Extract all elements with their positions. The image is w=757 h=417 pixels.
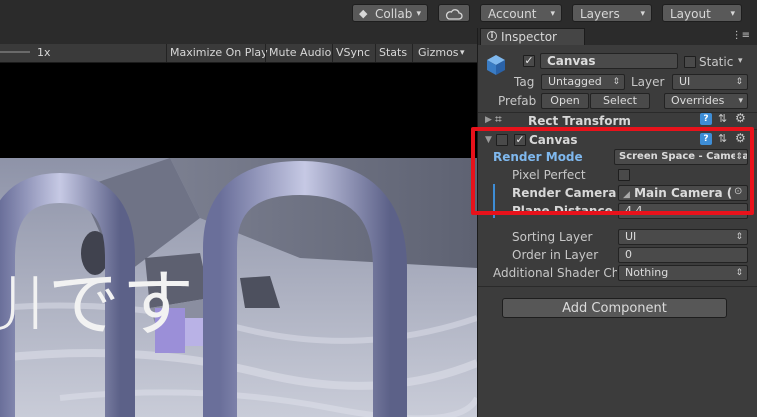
chevron-down-icon: ▾ bbox=[550, 9, 555, 19]
collab-button[interactable]: ◆ Collab ▾ bbox=[352, 4, 428, 22]
divider bbox=[265, 44, 266, 62]
tab-inspector-label: Inspector bbox=[501, 30, 557, 44]
add-component-button[interactable]: Add Component bbox=[502, 298, 727, 318]
additional-shader-value: Nothing bbox=[625, 266, 669, 279]
cloud-button[interactable] bbox=[438, 4, 470, 22]
prefab-open-label: Open bbox=[550, 94, 580, 107]
chevron-down-icon[interactable]: ▾ bbox=[738, 56, 743, 66]
collab-label: Collab bbox=[375, 7, 413, 21]
divider bbox=[166, 44, 167, 62]
chevron-updown-icon: ⇕ bbox=[735, 268, 743, 278]
stats-toggle[interactable]: Stats bbox=[379, 46, 407, 60]
maximize-on-play-toggle[interactable]: Maximize On Play bbox=[170, 46, 268, 60]
divider bbox=[332, 44, 333, 62]
layout-label: Layout bbox=[670, 7, 711, 21]
additional-shader-label: Additional Shader Ch bbox=[493, 266, 617, 280]
prefab-overrides-dropdown[interactable]: Overrides ▾ bbox=[664, 93, 748, 109]
divider bbox=[478, 112, 757, 113]
layout-dropdown[interactable]: Layout ▾ bbox=[662, 4, 742, 22]
chevron-updown-icon: ⇕ bbox=[735, 77, 743, 87]
preset-icon[interactable]: ⇅ bbox=[718, 112, 727, 125]
static-checkbox[interactable] bbox=[684, 56, 696, 68]
static-label: Static bbox=[699, 55, 734, 69]
cloud-icon bbox=[445, 9, 463, 20]
chevron-down-icon: ▾ bbox=[460, 48, 465, 58]
sorting-layer-value: UI bbox=[625, 230, 637, 243]
mute-audio-toggle[interactable]: Mute Audio bbox=[269, 46, 331, 60]
active-checkbox[interactable]: ✓ bbox=[523, 55, 535, 67]
sorting-layer-dropdown[interactable]: UI ⇕ bbox=[618, 229, 748, 245]
layers-dropdown[interactable]: Layers ▾ bbox=[572, 4, 652, 22]
rect-transform-header[interactable]: Rect Transform bbox=[528, 114, 631, 128]
object-name-field[interactable]: Canvas bbox=[540, 53, 678, 69]
prefab-open-button[interactable]: Open bbox=[541, 93, 589, 109]
gameobject-cube-icon bbox=[487, 55, 505, 75]
tag-dropdown[interactable]: Untagged ⇕ bbox=[541, 74, 625, 90]
ui-overlay-text: UIです bbox=[0, 262, 196, 346]
collab-icon: ◆ bbox=[359, 7, 368, 20]
game-view-toolbar: 1x Maximize On Play Mute Audio VSync Sta… bbox=[0, 44, 477, 63]
divider bbox=[412, 44, 413, 62]
account-label: Account bbox=[488, 7, 537, 21]
help-icon[interactable]: ? bbox=[700, 113, 712, 125]
additional-shader-dropdown[interactable]: Nothing ⇕ bbox=[618, 265, 748, 281]
scale-slider[interactable] bbox=[0, 51, 30, 53]
chevron-down-icon: ▾ bbox=[738, 96, 743, 106]
chevron-down-icon: ▾ bbox=[416, 9, 421, 19]
gizmos-dropdown[interactable]: Gizmos bbox=[418, 46, 459, 60]
prefab-label: Prefab bbox=[498, 94, 537, 108]
sorting-layer-label: Sorting Layer bbox=[512, 230, 593, 244]
game-tab-strip bbox=[0, 28, 477, 44]
rect-transform-icon: ⌗ bbox=[495, 112, 502, 126]
inspector-panel: i Inspector ⋮≡ ✓ Canvas Static ▾ Tag Unt… bbox=[477, 28, 757, 417]
divider bbox=[478, 286, 757, 287]
top-toolbar: ◆ Collab ▾ Account ▾ Layers ▾ Layout ▾ bbox=[0, 0, 757, 29]
chevron-updown-icon: ⇕ bbox=[612, 77, 620, 87]
prefab-overrides-label: Overrides bbox=[671, 94, 725, 107]
account-dropdown[interactable]: Account ▾ bbox=[480, 4, 562, 22]
more-options-icon[interactable]: ⋮≡ bbox=[732, 30, 750, 41]
order-in-layer-value: 0 bbox=[625, 248, 632, 261]
chevron-down-icon: ▾ bbox=[640, 9, 645, 19]
order-in-layer-label: Order in Layer bbox=[512, 248, 599, 262]
chevron-updown-icon: ⇕ bbox=[735, 232, 743, 242]
tag-value: Untagged bbox=[548, 75, 602, 88]
prefab-select-button[interactable]: Select bbox=[590, 93, 650, 109]
layer-label: Layer bbox=[631, 75, 665, 89]
object-name-value: Canvas bbox=[547, 54, 596, 68]
tab-inspector[interactable]: i Inspector bbox=[480, 28, 585, 45]
order-in-layer-field[interactable]: 0 bbox=[618, 247, 748, 263]
gear-icon[interactable]: ⚙ bbox=[735, 111, 746, 125]
game-view[interactable]: 1x Maximize On Play Mute Audio VSync Sta… bbox=[0, 28, 477, 417]
chevron-down-icon: ▾ bbox=[730, 9, 735, 19]
vsync-toggle[interactable]: VSync bbox=[336, 46, 370, 60]
scale-readout: 1x bbox=[37, 46, 51, 59]
divider bbox=[375, 44, 376, 62]
layer-value: UI bbox=[679, 75, 691, 88]
tag-label: Tag bbox=[514, 75, 535, 89]
layers-label: Layers bbox=[580, 7, 620, 21]
prefab-select-label: Select bbox=[603, 94, 637, 107]
expand-arrow-icon[interactable]: ▶ bbox=[485, 115, 492, 125]
layer-dropdown[interactable]: UI ⇕ bbox=[672, 74, 748, 90]
info-icon: i bbox=[487, 31, 497, 41]
highlight-box bbox=[471, 127, 754, 215]
